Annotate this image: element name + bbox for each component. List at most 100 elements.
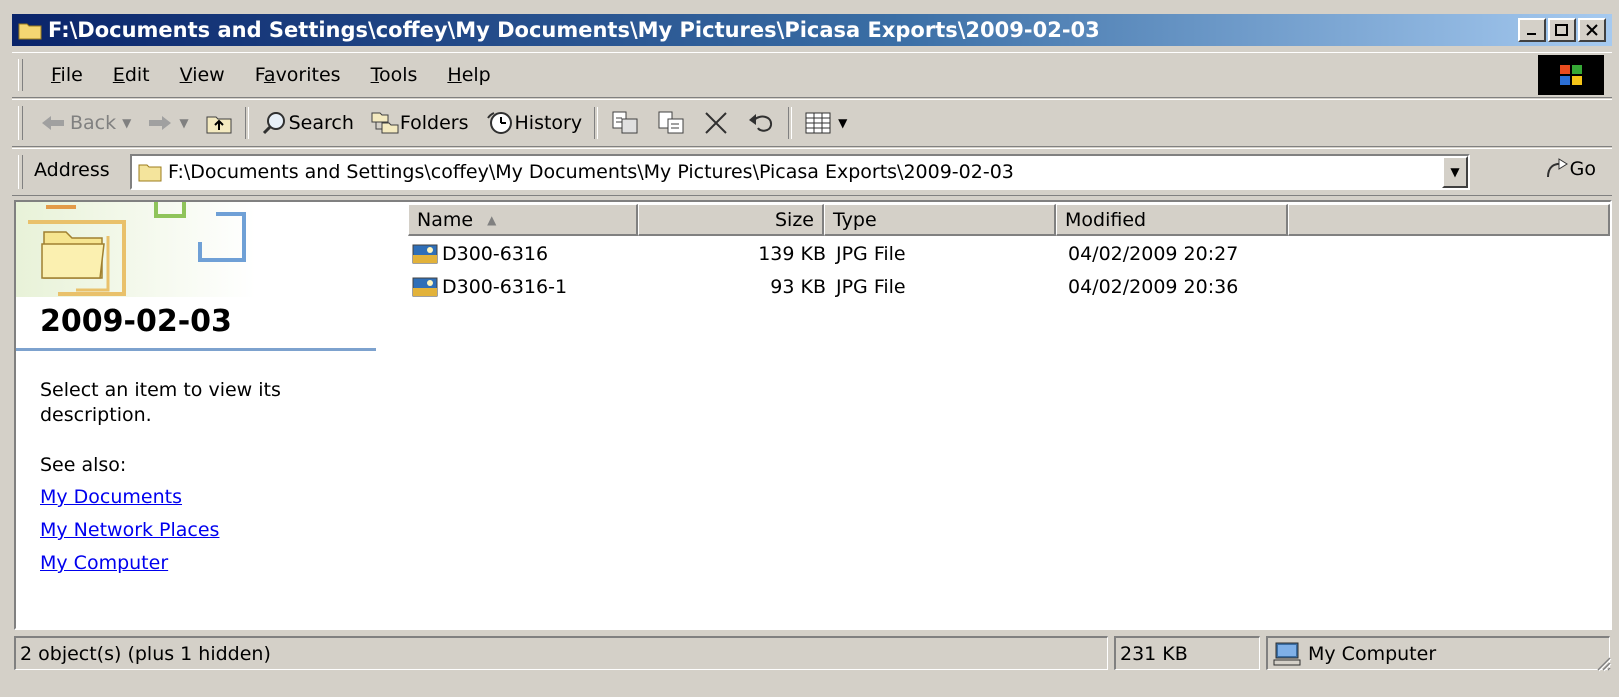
maximize-button[interactable] — [1548, 18, 1576, 42]
link-my-documents[interactable]: My Documents — [40, 486, 182, 508]
file-type: JPG File — [836, 243, 906, 265]
go-arrow-icon — [1546, 158, 1568, 178]
link-my-computer[interactable]: My Computer — [40, 552, 168, 574]
menu-help[interactable]: Help — [432, 64, 505, 86]
go-button[interactable]: Go — [1544, 157, 1596, 181]
maximize-icon — [1555, 24, 1568, 36]
menu-grip[interactable] — [18, 59, 23, 91]
folder-banner-graphic — [16, 202, 256, 297]
chevron-down-icon: ▼ — [1450, 165, 1460, 179]
column-name-label: Name — [417, 208, 474, 231]
selection-description: Select an item to view its description. — [40, 379, 281, 426]
search-icon — [262, 112, 285, 135]
web-view-pane: 2009-02-03 Select an item to view its de… — [16, 202, 376, 628]
status-size: 231 KB — [1114, 636, 1260, 670]
folders-button[interactable]: Folders — [362, 104, 477, 142]
menu-edit[interactable]: Edit — [98, 64, 165, 86]
content-area: 2009-02-03 Select an item to view its de… — [14, 200, 1612, 630]
my-computer-icon — [1273, 642, 1301, 665]
folder-icon — [138, 164, 162, 182]
folder-icon — [18, 23, 42, 40]
forward-dropdown-icon[interactable]: ▼ — [179, 116, 188, 130]
resize-grip-icon[interactable] — [1592, 652, 1612, 672]
close-icon — [1586, 24, 1598, 36]
back-arrow-icon — [42, 116, 64, 130]
column-type-label: Type — [833, 208, 877, 231]
undo-icon — [749, 114, 773, 132]
column-header-size[interactable]: Size — [638, 204, 824, 236]
file-name: D300-6316 — [442, 243, 549, 265]
column-size-label: Size — [774, 208, 814, 231]
file-size: 139 KB — [758, 243, 826, 265]
windows-logo — [1538, 55, 1604, 95]
file-modified: 04/02/2009 20:36 — [1068, 276, 1239, 298]
file-modified: 04/02/2009 20:27 — [1068, 243, 1239, 265]
move-to-icon — [612, 111, 638, 134]
column-header-modified[interactable]: Modified — [1056, 204, 1288, 236]
column-modified-label: Modified — [1065, 208, 1147, 231]
address-bar: Address F:\Documents and Settings\coffey… — [12, 148, 1612, 196]
menu-tools[interactable]: Tools — [356, 64, 433, 86]
minimize-button[interactable] — [1518, 18, 1546, 42]
undo-button[interactable] — [738, 104, 784, 142]
file-row[interactable]: D300-6316 139 KB JPG File 04/02/2009 20:27 — [408, 240, 1308, 270]
column-header-empty — [1288, 204, 1610, 236]
menu-file[interactable]: File — [36, 64, 98, 86]
file-name-cell[interactable]: D300-6316-1 — [412, 276, 567, 298]
jpg-image-icon — [412, 277, 438, 297]
toolbar-separator — [594, 107, 599, 139]
title-bar[interactable]: F:\Documents and Settings\coffey\My Docu… — [12, 14, 1612, 46]
folder-header: 2009-02-03 — [16, 202, 376, 351]
views-grid-icon — [805, 112, 831, 134]
jpg-image-icon — [412, 244, 438, 264]
menu-view[interactable]: View — [165, 64, 240, 86]
column-header-type[interactable]: Type — [824, 204, 1056, 236]
status-bar: 2 object(s) (plus 1 hidden) 231 KB My Co… — [12, 636, 1612, 674]
folders-tree-icon — [371, 112, 399, 134]
delete-x-icon — [705, 112, 727, 134]
forward-button[interactable]: ▼ — [139, 104, 196, 142]
toolbar-grip[interactable] — [18, 106, 23, 140]
delete-button[interactable] — [694, 104, 738, 142]
column-header-name[interactable]: Name ▲ — [408, 204, 638, 236]
address-dropdown-button[interactable]: ▼ — [1442, 156, 1468, 188]
search-button[interactable]: Search — [253, 104, 362, 142]
back-button[interactable]: Back ▼ — [32, 104, 139, 142]
status-zone: My Computer — [1266, 636, 1610, 670]
file-row[interactable]: D300-6316-1 93 KB JPG File 04/02/2009 20:36 — [408, 273, 1308, 303]
search-label: Search — [288, 112, 354, 134]
see-also-label: See also: — [40, 454, 127, 476]
address-grip[interactable] — [18, 155, 23, 189]
link-my-network-places[interactable]: My Network Places — [40, 519, 219, 541]
back-dropdown-icon[interactable]: ▼ — [122, 116, 131, 130]
standard-toolbar: Back ▼ ▼ Search Folders History ▼ — [12, 99, 1612, 147]
move-to-button[interactable] — [602, 104, 648, 142]
back-label: Back — [70, 112, 117, 134]
forward-arrow-icon — [149, 116, 172, 130]
views-button[interactable]: ▼ — [796, 104, 855, 142]
copy-to-icon — [658, 111, 684, 134]
toolbar-separator — [788, 107, 793, 139]
copy-to-button[interactable] — [648, 104, 694, 142]
status-objects: 2 object(s) (plus 1 hidden) — [14, 636, 1108, 670]
close-button[interactable] — [1578, 18, 1606, 42]
menu-bar: File Edit View Favorites Tools Help — [12, 52, 1612, 98]
file-list: Name ▲ Size Type Modified D300-6316 139 K… — [408, 202, 1610, 628]
up-folder-icon — [206, 116, 232, 134]
folder-title: 2009-02-03 — [40, 304, 232, 339]
explorer-window: F:\Documents and Settings\coffey\My Docu… — [0, 0, 1619, 697]
address-input[interactable]: F:\Documents and Settings\coffey\My Docu… — [130, 154, 1470, 190]
file-name-cell[interactable]: D300-6316 — [412, 243, 548, 265]
status-zone-label: My Computer — [1308, 642, 1437, 665]
up-folder-button[interactable] — [197, 104, 241, 142]
address-value: F:\Documents and Settings\coffey\My Docu… — [168, 161, 1014, 183]
history-clock-icon — [486, 112, 512, 134]
menu-favorites[interactable]: Favorites — [240, 64, 356, 86]
views-dropdown-icon[interactable]: ▼ — [838, 116, 847, 130]
file-name: D300-6316-1 — [442, 276, 568, 298]
minimize-icon — [1527, 33, 1536, 35]
history-button[interactable]: History — [477, 104, 591, 142]
file-type: JPG File — [836, 276, 906, 298]
history-label: History — [514, 112, 583, 134]
folders-label: Folders — [399, 112, 469, 134]
